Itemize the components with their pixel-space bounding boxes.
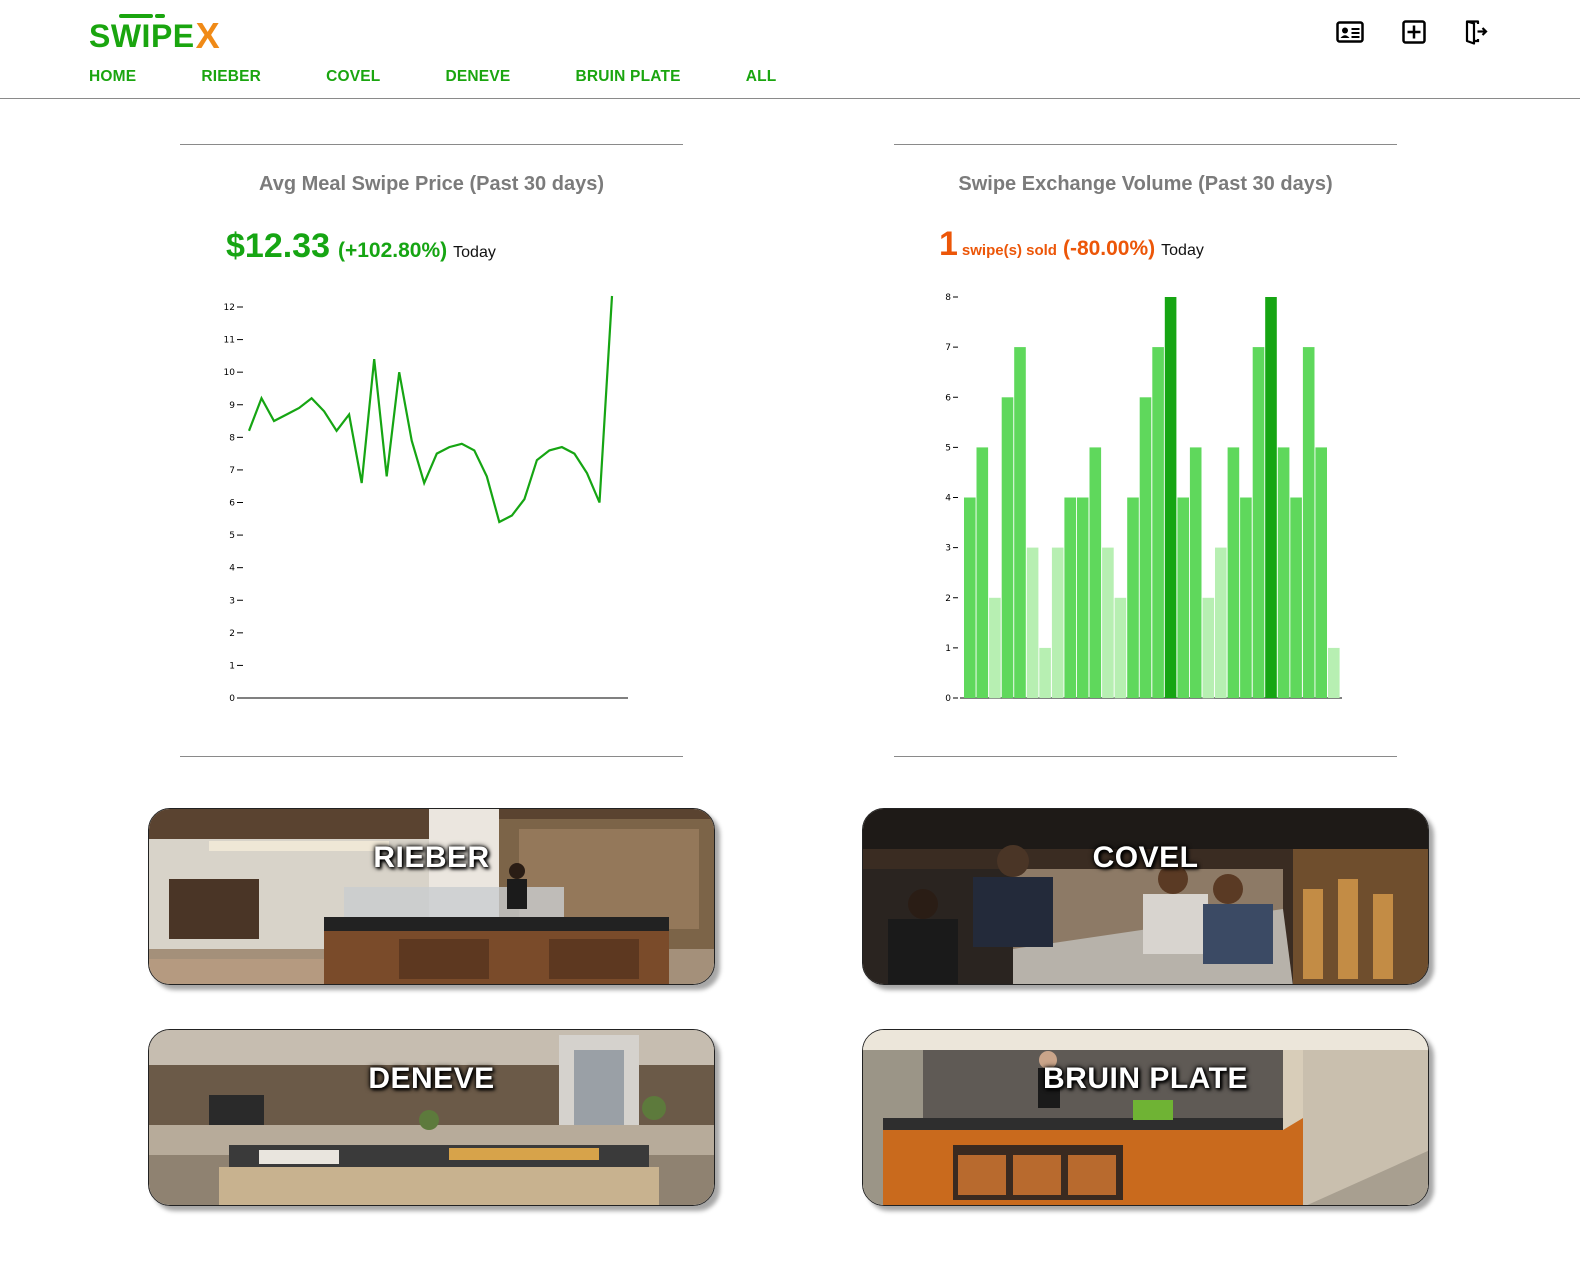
dining-card-bruin-plate[interactable]: BRUIN PLATE (862, 1029, 1429, 1206)
y-tick-label: 0 (945, 694, 951, 704)
avg-price-stat: $12.33 (+102.80%) Today (226, 227, 496, 266)
volume-bar (1315, 447, 1327, 698)
bruin-plate-photo (863, 1030, 1428, 1205)
volume-bar (1328, 647, 1340, 698)
id-card-icon[interactable] (1335, 18, 1365, 46)
y-tick-label: 8 (229, 433, 235, 443)
volume-bar (1227, 447, 1240, 698)
volume-bar (1164, 297, 1177, 698)
swipe-volume-bar-chart: 0 1 2 3 4 5 6 7 8 (945, 293, 1342, 704)
nav-bruin-plate[interactable]: BRUIN PLATE (575, 68, 680, 86)
y-tick-label: 9 (229, 401, 235, 411)
top-navbar: SWIPE X HOME RIEBER COVEL DENEVE BRUIN P… (0, 0, 1580, 99)
dining-card-label: DENEVE (368, 1062, 495, 1095)
y-tick-label: 4 (229, 564, 235, 574)
volume-bar (1051, 547, 1064, 698)
volume-bar (1252, 347, 1265, 698)
logout-icon[interactable] (1461, 18, 1491, 46)
volume-bar (1215, 547, 1227, 698)
y-tick-label: 0 (229, 694, 235, 704)
y-tick-label: 12 (224, 303, 235, 313)
dining-card-label: COVEL (1092, 841, 1199, 874)
dining-card-rieber[interactable]: RIEBER (148, 808, 715, 985)
volume-bar (1114, 597, 1127, 699)
volume-bar (1302, 347, 1315, 698)
nav-all[interactable]: ALL (746, 68, 777, 86)
y-tick-label: 2 (945, 594, 951, 604)
swipe-volume-period: Today (1161, 242, 1204, 259)
dining-card-label: BRUIN PLATE (1043, 1062, 1248, 1095)
y-tick-label: 2 (229, 629, 235, 639)
volume-bar (1089, 447, 1102, 698)
y-tick-label: 7 (229, 466, 235, 476)
avg-price-line-chart: 0123456789101112 (224, 295, 628, 704)
dining-card-deneve[interactable]: DENEVE (148, 1029, 715, 1206)
volume-bar (1265, 297, 1277, 698)
volume-bar (1026, 547, 1039, 698)
y-tick-label: 6 (945, 393, 951, 403)
avg-price-period: Today (453, 244, 496, 261)
volume-bar (1240, 497, 1252, 698)
y-tick-label: 4 (945, 494, 951, 504)
volume-bar (1189, 447, 1202, 698)
volume-bar (989, 597, 1001, 699)
y-tick-label: 3 (229, 596, 235, 606)
y-tick-label: 3 (945, 544, 951, 554)
y-tick-label: 11 (224, 336, 235, 346)
y-tick-label: 1 (945, 644, 951, 654)
covel-photo (863, 809, 1428, 984)
nav-rieber[interactable]: RIEBER (201, 68, 261, 86)
price-line-series (247, 295, 614, 524)
y-tick-label: 5 (945, 443, 951, 453)
volume-bar (1127, 497, 1139, 698)
header-icon-bar (0, 18, 1580, 48)
volume-bar (1039, 647, 1051, 698)
rieber-photo (149, 809, 714, 984)
volume-bar (976, 447, 989, 698)
volume-bar (1152, 347, 1164, 698)
avg-price-change: (+102.80%) (338, 239, 448, 262)
swipe-volume-title: Swipe Exchange Volume (Past 30 days) (958, 173, 1333, 195)
nav-covel[interactable]: COVEL (326, 68, 380, 86)
y-tick-label: 1 (229, 661, 235, 671)
avg-price-value: $12.33 (226, 227, 330, 265)
swipe-volume-change: (-80.00%) (1062, 237, 1156, 260)
plus-square-icon[interactable] (1399, 18, 1429, 46)
deneve-photo (149, 1030, 714, 1205)
nav-deneve[interactable]: DENEVE (445, 68, 510, 86)
volume-bar (1102, 547, 1114, 698)
volume-bar (1177, 497, 1189, 698)
volume-bar (1014, 347, 1026, 698)
y-tick-label: 10 (224, 368, 236, 378)
avg-price-title: Avg Meal Swipe Price (Past 30 days) (259, 173, 604, 195)
volume-bar (1139, 397, 1152, 699)
y-tick-label: 7 (945, 343, 951, 353)
dining-card-covel[interactable]: COVEL (862, 808, 1429, 985)
swipe-volume-stat: 1 swipe(s) sold (-80.00%) Today (939, 225, 1204, 264)
volume-bar (1076, 497, 1089, 698)
dining-card-label: RIEBER (373, 841, 490, 874)
volume-bar (1290, 497, 1302, 698)
nav-home[interactable]: HOME (89, 68, 136, 86)
y-tick-label: 5 (229, 531, 235, 541)
volume-bar (1202, 597, 1215, 699)
y-tick-label: 8 (945, 293, 951, 303)
volume-bar (1064, 497, 1076, 698)
swipe-volume-unit: swipe(s) sold (961, 242, 1057, 259)
volume-bar (1001, 397, 1014, 699)
swipe-volume-value: 1 (939, 225, 958, 263)
volume-bar (964, 497, 976, 698)
y-tick-label: 6 (229, 499, 235, 509)
main-nav: HOME RIEBER COVEL DENEVE BRUIN PLATE ALL (89, 68, 776, 86)
volume-bar (1277, 447, 1290, 698)
